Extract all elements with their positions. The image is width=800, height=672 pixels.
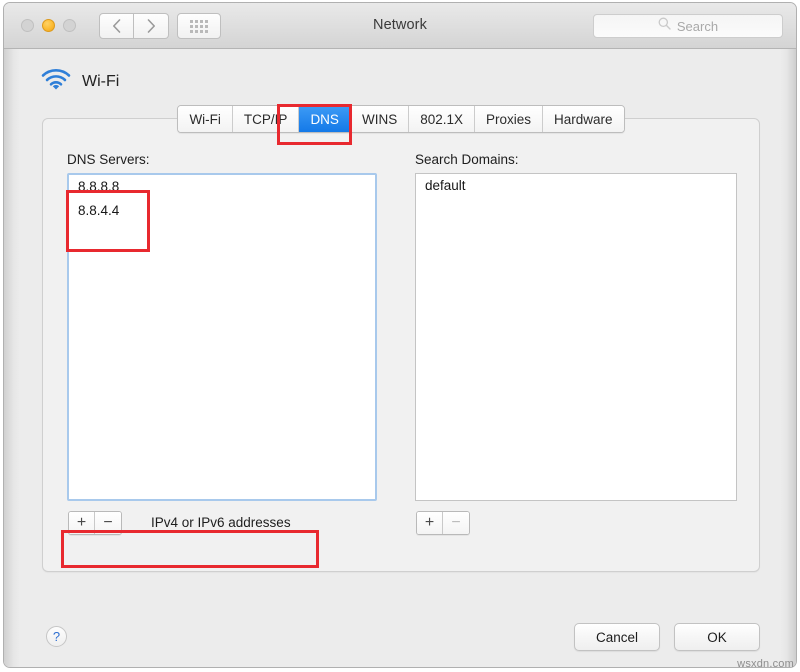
search-domains-label: Search Domains: — [415, 152, 519, 167]
watermark: wsxdn.com — [737, 658, 794, 670]
tab-proxies[interactable]: Proxies — [475, 106, 544, 132]
screenshot-root: Network Search Wi-Fi Wi-Fi TCP/IP DNS WI… — [0, 0, 800, 672]
network-preferences-window: Network Search Wi-Fi Wi-Fi TCP/IP DNS WI… — [3, 2, 797, 668]
help-button[interactable]: ? — [46, 626, 67, 647]
dialog-button-row: Cancel OK — [574, 623, 760, 651]
tab-dns[interactable]: DNS — [299, 106, 351, 132]
dns-tab-panel: DNS Servers: 8.8.8.8 8.8.4.4 + − IPv4 or… — [42, 118, 760, 572]
dns-servers-add-remove-group: + − — [68, 511, 122, 535]
wifi-icon — [41, 68, 71, 95]
list-item[interactable]: 8.8.4.4 — [69, 199, 375, 223]
search-field[interactable]: Search — [593, 14, 783, 38]
dns-servers-hint: IPv4 or IPv6 addresses — [151, 515, 291, 530]
add-search-domain-button[interactable]: + — [417, 512, 443, 534]
search-icon — [658, 17, 671, 35]
service-header: Wi-Fi — [41, 68, 119, 95]
remove-dns-server-button[interactable]: − — [95, 512, 121, 534]
add-dns-server-button[interactable]: + — [69, 512, 95, 534]
tab-wins[interactable]: WINS — [350, 106, 410, 132]
search-domains-add-remove-group: + − — [416, 511, 470, 535]
cancel-button[interactable]: Cancel — [574, 623, 660, 651]
ok-button[interactable]: OK — [674, 623, 760, 651]
window-titlebar: Network Search — [4, 3, 796, 49]
search-placeholder: Search — [676, 18, 719, 34]
tab-tcpip[interactable]: TCP/IP — [232, 106, 300, 132]
tab-bar: Wi-Fi TCP/IP DNS WINS 802.1X Proxies Har… — [20, 105, 782, 133]
network-sheet: Wi-Fi Wi-Fi TCP/IP DNS WINS 802.1X Proxi… — [20, 49, 782, 667]
service-name: Wi-Fi — [82, 72, 120, 90]
tab-wifi[interactable]: Wi-Fi — [178, 106, 233, 132]
dns-servers-list[interactable]: 8.8.8.8 8.8.4.4 — [67, 173, 377, 501]
dns-servers-label: DNS Servers: — [67, 152, 150, 167]
window-body: Wi-Fi Wi-Fi TCP/IP DNS WINS 802.1X Proxi… — [4, 49, 796, 667]
remove-search-domain-button[interactable]: − — [443, 512, 469, 534]
tab-group: Wi-Fi TCP/IP DNS WINS 802.1X Proxies Har… — [177, 105, 625, 133]
list-item[interactable]: default — [416, 174, 736, 198]
list-item[interactable]: 8.8.8.8 — [69, 175, 375, 199]
tab-8021x[interactable]: 802.1X — [409, 106, 475, 132]
tab-hardware[interactable]: Hardware — [543, 106, 624, 132]
search-domains-list[interactable]: default — [415, 173, 737, 501]
